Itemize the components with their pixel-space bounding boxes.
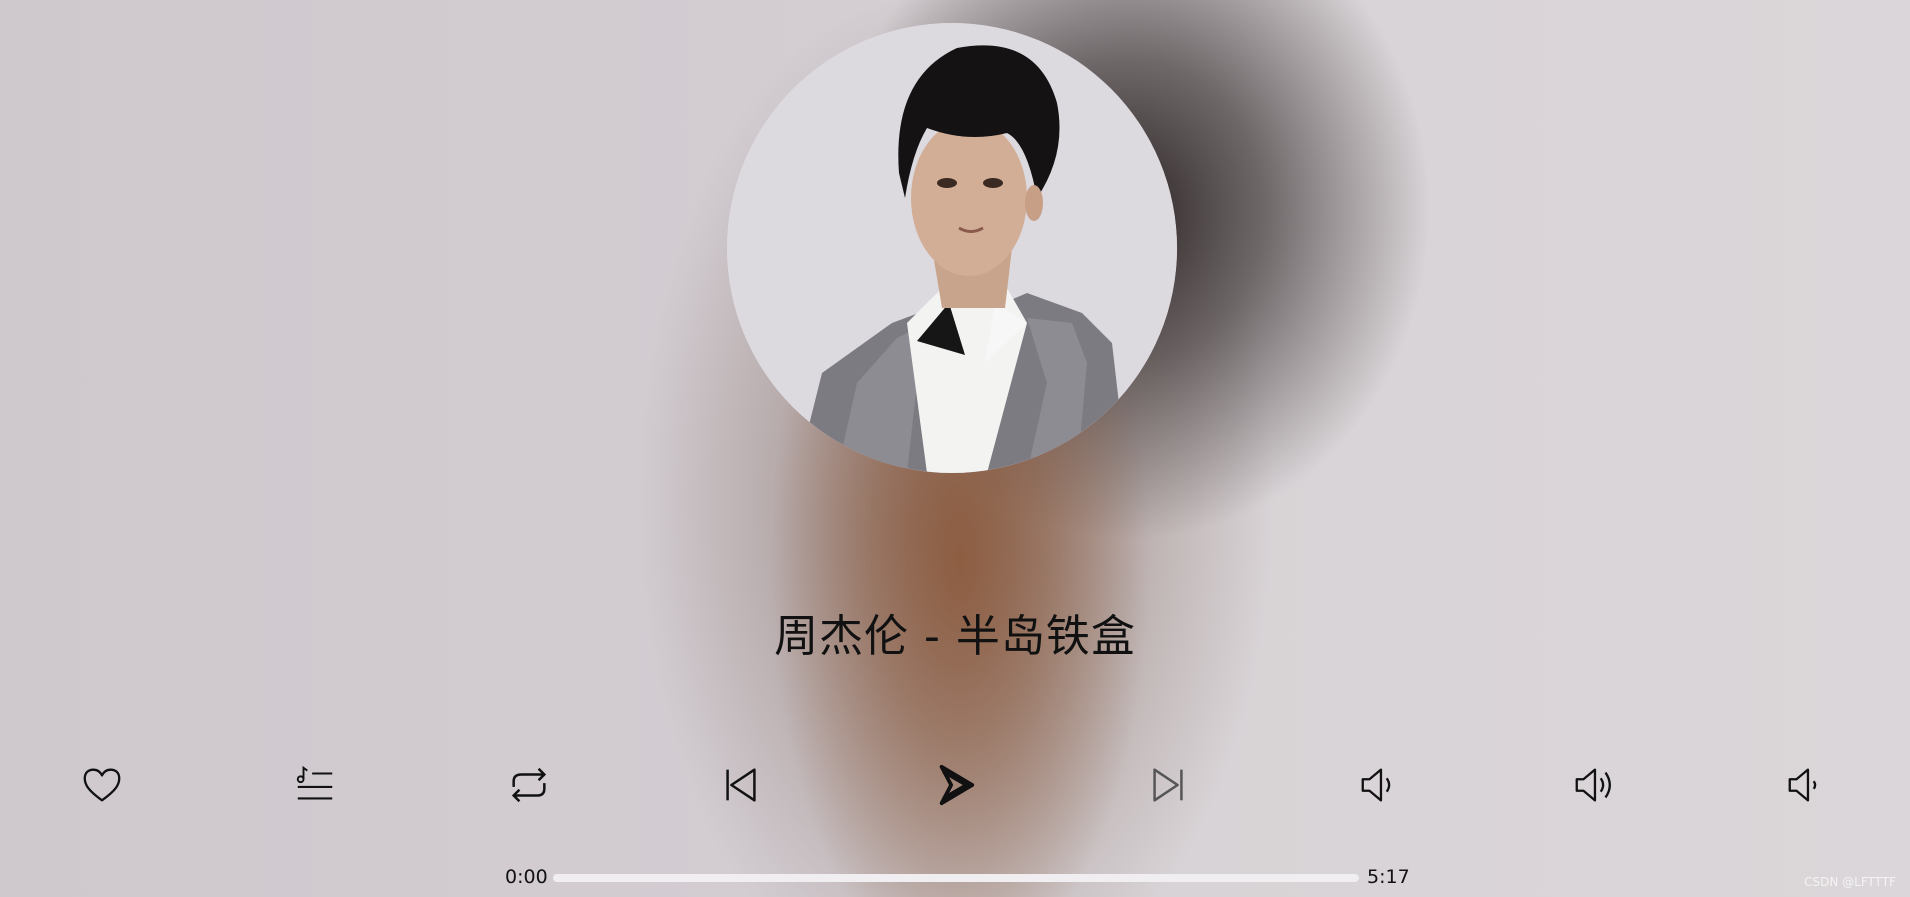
artist-photo bbox=[727, 23, 1177, 473]
duration: 5:17 bbox=[1367, 866, 1410, 888]
play-icon bbox=[939, 764, 975, 806]
next-icon bbox=[1153, 768, 1183, 802]
volume-down-button[interactable] bbox=[1347, 752, 1413, 818]
play-button[interactable] bbox=[922, 752, 988, 818]
mute-button[interactable] bbox=[1774, 752, 1840, 818]
volume-up-button[interactable] bbox=[1561, 752, 1627, 818]
watermark: CSDN @LFTTTF bbox=[1804, 875, 1896, 889]
repeat-button[interactable] bbox=[496, 752, 562, 818]
playlist-button[interactable] bbox=[282, 752, 348, 818]
volume-high-icon bbox=[1575, 768, 1611, 802]
progress-row: 0:00 5:17 bbox=[0, 860, 1910, 896]
album-art bbox=[727, 23, 1177, 473]
volume-low-icon bbox=[1788, 768, 1817, 802]
previous-button[interactable] bbox=[708, 752, 774, 818]
favorite-button[interactable] bbox=[69, 752, 135, 818]
progress-bar[interactable] bbox=[553, 874, 1359, 882]
current-time: 0:00 bbox=[505, 866, 548, 888]
volume-medium-icon bbox=[1361, 768, 1391, 802]
player-controls bbox=[0, 752, 1910, 818]
repeat-icon bbox=[511, 767, 547, 803]
song-title: 周杰伦 - 半岛铁盒 bbox=[774, 611, 1136, 662]
playlist-icon bbox=[296, 765, 333, 800]
next-button[interactable] bbox=[1135, 752, 1201, 818]
previous-icon bbox=[726, 768, 756, 802]
heart-icon bbox=[83, 768, 121, 802]
